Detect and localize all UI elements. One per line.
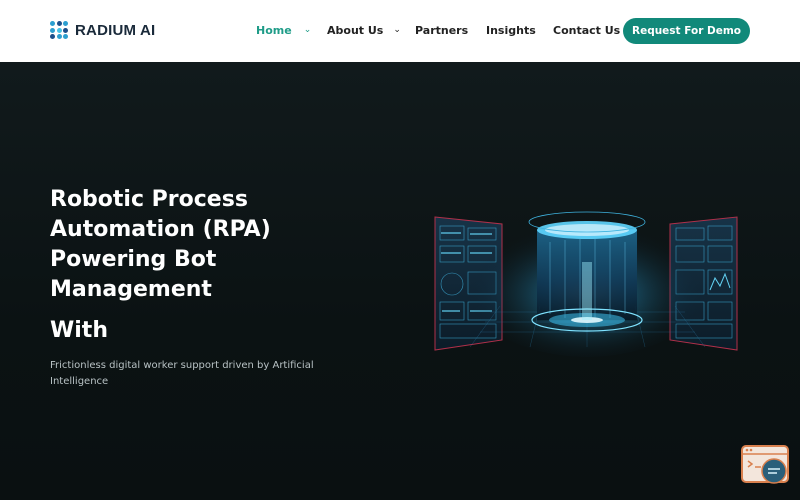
brand-name: RADIUM AI (75, 21, 156, 39)
nav-partners-label: Partners (415, 24, 469, 37)
nav-about-us-label: About Us (327, 24, 384, 37)
chevron-down-icon: ⌄ (393, 24, 401, 35)
nav-contact-us-label: Contact Us (553, 24, 621, 37)
nav-contact-us[interactable]: Contact Us (553, 24, 620, 37)
nav-insights-label: Insights (486, 24, 536, 37)
radium-logo-icon (50, 21, 68, 39)
chevron-down-icon: ⌄ (303, 24, 312, 35)
hero-subtitle: Frictionless digital worker support driv… (50, 360, 314, 387)
nav-about-us[interactable]: About Us ⌄ (327, 24, 401, 37)
chat-widget-icon[interactable] (741, 445, 791, 487)
hero-with-label: With (50, 318, 108, 343)
request-demo-button[interactable]: Request For Demo (623, 18, 750, 44)
hero-section: Robotic Process Automation (RPA) Powerin… (0, 62, 800, 500)
nav-partners[interactable]: Partners (415, 24, 468, 37)
site-header: RADIUM AI Home ⌄ About Us ⌄ Partners Ins… (0, 0, 800, 62)
brand-logo[interactable]: RADIUM AI (50, 21, 155, 39)
nav-insights[interactable]: Insights (486, 24, 536, 37)
nav-home[interactable]: Home ⌄ (256, 24, 311, 37)
nav-home-label: Home (256, 24, 292, 37)
hero-illustration (434, 211, 738, 357)
hero-title: Robotic Process Automation (RPA) Powerin… (50, 187, 271, 302)
